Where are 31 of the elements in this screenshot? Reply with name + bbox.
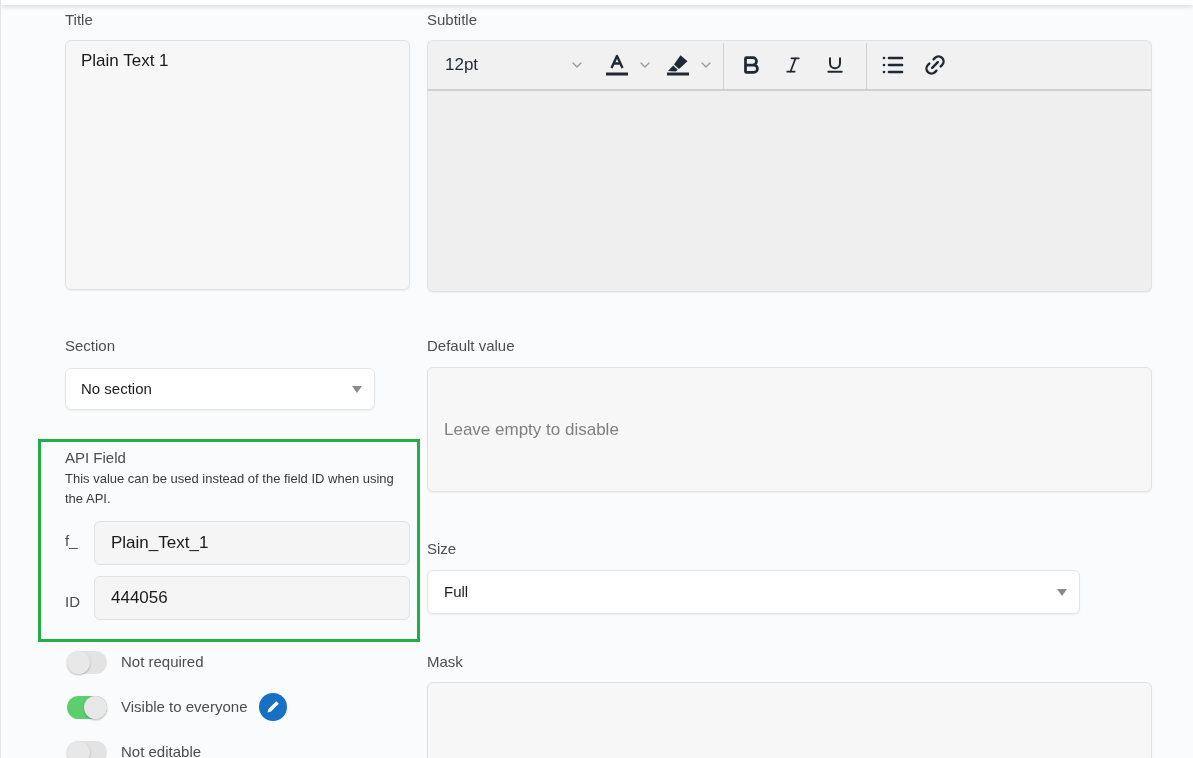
pencil-icon [266,700,281,714]
field-label: Subtitle [427,10,478,30]
font-size-dropdown[interactable]: 12pt [436,41,591,89]
title-input[interactable]: Plain Text 1 [65,40,410,290]
toggle-switch[interactable] [67,695,107,719]
edit-button[interactable] [259,693,288,721]
field-label: Title [65,10,93,30]
toggle-label: Not editable [121,741,202,758]
api-input[interactable]: 444056 [94,576,410,620]
field-description: This value can be used instead of the field ID when using the API. [65,470,395,508]
highlighter-icon [666,54,690,76]
section-select[interactable]: No section [65,368,375,410]
caret-icon [352,385,362,393]
toggle-label: Not required [121,651,204,672]
field-label: Section [65,336,116,356]
toggle-switch[interactable] [67,740,107,758]
input-prefix: ID [65,591,81,612]
field-label: Mask [427,652,463,672]
toggle-switch[interactable] [67,650,107,674]
italic-icon [783,54,803,76]
size-select[interactable]: Full [427,570,1080,614]
field-label: Size [427,539,457,559]
text-color-icon [605,54,629,76]
underline-icon [825,54,845,76]
caret-icon [1057,588,1067,596]
input-prefix: f_ [65,530,79,551]
field-label: Default value [427,336,515,356]
field-label: API Field [65,448,127,468]
toggle-label: Visible to everyone [121,696,248,717]
api-input[interactable]: Plain_Text_1 [94,521,410,565]
default-value-input[interactable]: Leave empty to disable [427,367,1152,492]
